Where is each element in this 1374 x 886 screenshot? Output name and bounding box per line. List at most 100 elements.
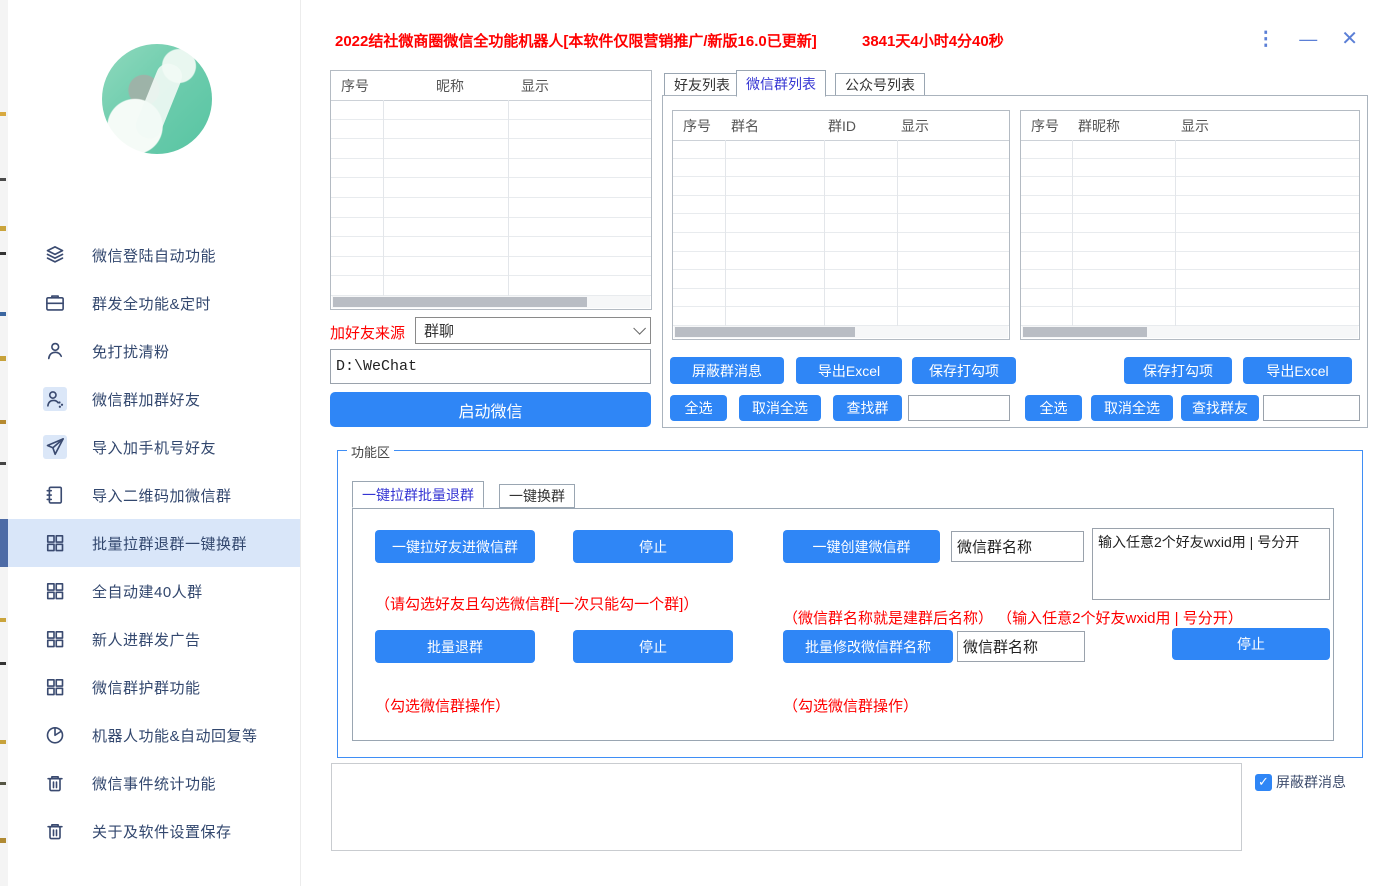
background-speck (0, 252, 6, 255)
table-row[interactable] (331, 159, 651, 179)
table-row[interactable] (673, 233, 1009, 252)
sidebar-nav: 微信登陆自动功能群发全功能&定时免打扰清粉微信群加群好友导入加手机号好友导入二维… (8, 231, 300, 855)
sidebar-item-2[interactable]: 群发全功能&定时 (8, 279, 300, 327)
scrollbar-thumb[interactable] (1023, 327, 1147, 337)
group-name-input-2[interactable] (957, 631, 1085, 662)
sidebar-item-7[interactable]: 批量拉群退群一键换群 (8, 519, 300, 567)
save-checked-button-groups[interactable]: 保存打勾项 (912, 357, 1016, 384)
sidebar-item-10[interactable]: 微信群护群功能 (8, 663, 300, 711)
uptime-counter: 3841天4小时4分40秒 (862, 30, 1004, 51)
sidebar-item-5[interactable]: 导入加手机号好友 (8, 423, 300, 471)
chevron-down-icon (633, 322, 646, 335)
export-excel-button-groups[interactable]: 导出Excel (796, 357, 902, 384)
export-excel-button-members[interactable]: 导出Excel (1243, 357, 1352, 384)
table-row[interactable] (673, 214, 1009, 233)
tab-pull-quit-group[interactable]: 一键拉群批量退群 (352, 481, 484, 508)
find-group-button[interactable]: 查找群 (833, 395, 902, 421)
sidebar-item-label: 新人进群发广告 (92, 629, 201, 650)
find-member-input[interactable] (1263, 395, 1360, 421)
column-separator (824, 140, 825, 326)
sidebar-item-label: 批量拉群退群一键换群 (92, 533, 247, 554)
table-header: 序号群名群ID显示 (673, 111, 1009, 141)
table-row[interactable] (331, 139, 651, 159)
column-header: 序号 (341, 76, 369, 96)
table-row[interactable] (331, 237, 651, 257)
grid-icon (43, 675, 67, 699)
deselect-all-button-groups[interactable]: 取消全选 (739, 395, 821, 421)
table-row[interactable] (673, 270, 1009, 289)
horizontal-scrollbar[interactable] (1022, 326, 1358, 338)
scrollbar-thumb[interactable] (675, 327, 855, 337)
table-row[interactable] (331, 120, 651, 140)
select-all-button-members[interactable]: 全选 (1025, 395, 1082, 421)
close-icon[interactable]: ✕ (1341, 29, 1358, 49)
add-source-dropdown[interactable]: 群聊 (415, 317, 651, 344)
table-row[interactable] (673, 307, 1009, 326)
wxid-textarea[interactable]: 输入任意2个好友wxid用 | 号分开 (1092, 528, 1330, 600)
deselect-all-button-members[interactable]: 取消全选 (1091, 395, 1173, 421)
sidebar-item-label: 全自动建40人群 (92, 581, 203, 602)
group-list-table: 序号群名群ID显示 (672, 110, 1010, 340)
table-row[interactable] (331, 218, 651, 238)
menu-dots-icon[interactable]: ⋮ (1256, 30, 1275, 49)
stop-button-2[interactable]: 停止 (573, 630, 733, 663)
table-row[interactable] (673, 159, 1009, 178)
table-row[interactable] (331, 276, 651, 296)
create-group-button[interactable]: 一键创建微信群 (783, 530, 940, 563)
horizontal-scrollbar[interactable] (332, 296, 650, 308)
start-wechat-button[interactable]: 启动微信 (330, 392, 651, 427)
column-separator (383, 100, 384, 296)
sidebar-item-3[interactable]: 免打扰清粉 (8, 327, 300, 375)
horizontal-scrollbar[interactable] (674, 326, 1008, 338)
group-name-input-1[interactable] (951, 531, 1084, 562)
select-all-button-groups[interactable]: 全选 (670, 395, 727, 421)
sidebar-item-label: 群发全功能&定时 (92, 293, 211, 314)
checkbox-checked-icon[interactable]: ✓ (1255, 774, 1272, 791)
table-row[interactable] (331, 178, 651, 198)
sidebar-item-6[interactable]: 导入二维码加微信群 (8, 471, 300, 519)
background-speck (0, 312, 6, 316)
table-row[interactable] (331, 100, 651, 120)
tab-official-account-list[interactable]: 公众号列表 (835, 73, 925, 96)
tab-friend-list[interactable]: 好友列表 (664, 73, 740, 96)
sidebar-item-4[interactable]: 微信群加群好友 (8, 375, 300, 423)
batch-quit-group-button[interactable]: 批量退群 (375, 630, 535, 663)
background-speck (0, 112, 6, 116)
sidebar-item-12[interactable]: 微信事件统计功能 (8, 759, 300, 807)
tab-switch-group[interactable]: 一键换群 (499, 484, 575, 508)
minimize-icon[interactable]: — (1299, 30, 1317, 48)
sidebar-item-1[interactable]: 微信登陆自动功能 (8, 231, 300, 279)
sidebar-item-8[interactable]: 全自动建40人群 (8, 567, 300, 615)
table-row[interactable] (673, 252, 1009, 271)
block-group-msg-checkbox[interactable]: ✓ 屏蔽群消息 (1255, 772, 1346, 792)
table-row[interactable] (331, 257, 651, 277)
sidebar-item-9[interactable]: 新人进群发广告 (8, 615, 300, 663)
batch-rename-group-button[interactable]: 批量修改微信群名称 (783, 630, 953, 663)
sidebar-item-label: 免打扰清粉 (92, 341, 170, 362)
table-row[interactable] (673, 289, 1009, 308)
paper-plane-icon (43, 435, 67, 459)
table-row[interactable] (673, 140, 1009, 159)
log-textarea[interactable] (331, 763, 1242, 851)
block-group-msg-button[interactable]: 屏蔽群消息 (670, 357, 784, 384)
sidebar: 微信登陆自动功能群发全功能&定时免打扰清粉微信群加群好友导入加手机号好友导入二维… (8, 0, 301, 886)
wechat-path-input[interactable] (330, 349, 651, 384)
sidebar-item-label: 微信登陆自动功能 (92, 245, 216, 266)
scrollbar-thumb[interactable] (333, 297, 587, 307)
find-member-button[interactable]: 查找群友 (1181, 395, 1259, 421)
sidebar-item-13[interactable]: 关于及软件设置保存 (8, 807, 300, 855)
hint-check-group-op-2: （勾选微信群操作） (783, 695, 918, 716)
tab-group-list[interactable]: 微信群列表 (736, 70, 826, 97)
pull-friends-into-group-button[interactable]: 一键拉好友进微信群 (375, 530, 535, 563)
background-speck (0, 662, 6, 665)
table-row[interactable] (673, 177, 1009, 196)
save-checked-button-members[interactable]: 保存打勾项 (1124, 357, 1232, 384)
stop-button-3[interactable]: 停止 (1172, 628, 1330, 660)
table-row[interactable] (673, 196, 1009, 215)
friend-list-table: 序号昵称显示 (330, 70, 652, 310)
stop-button-1[interactable]: 停止 (573, 530, 733, 563)
function-area-legend: 功能区 (347, 442, 394, 461)
table-row[interactable] (331, 198, 651, 218)
sidebar-item-11[interactable]: 机器人功能&自动回复等 (8, 711, 300, 759)
find-group-input[interactable] (908, 395, 1010, 421)
